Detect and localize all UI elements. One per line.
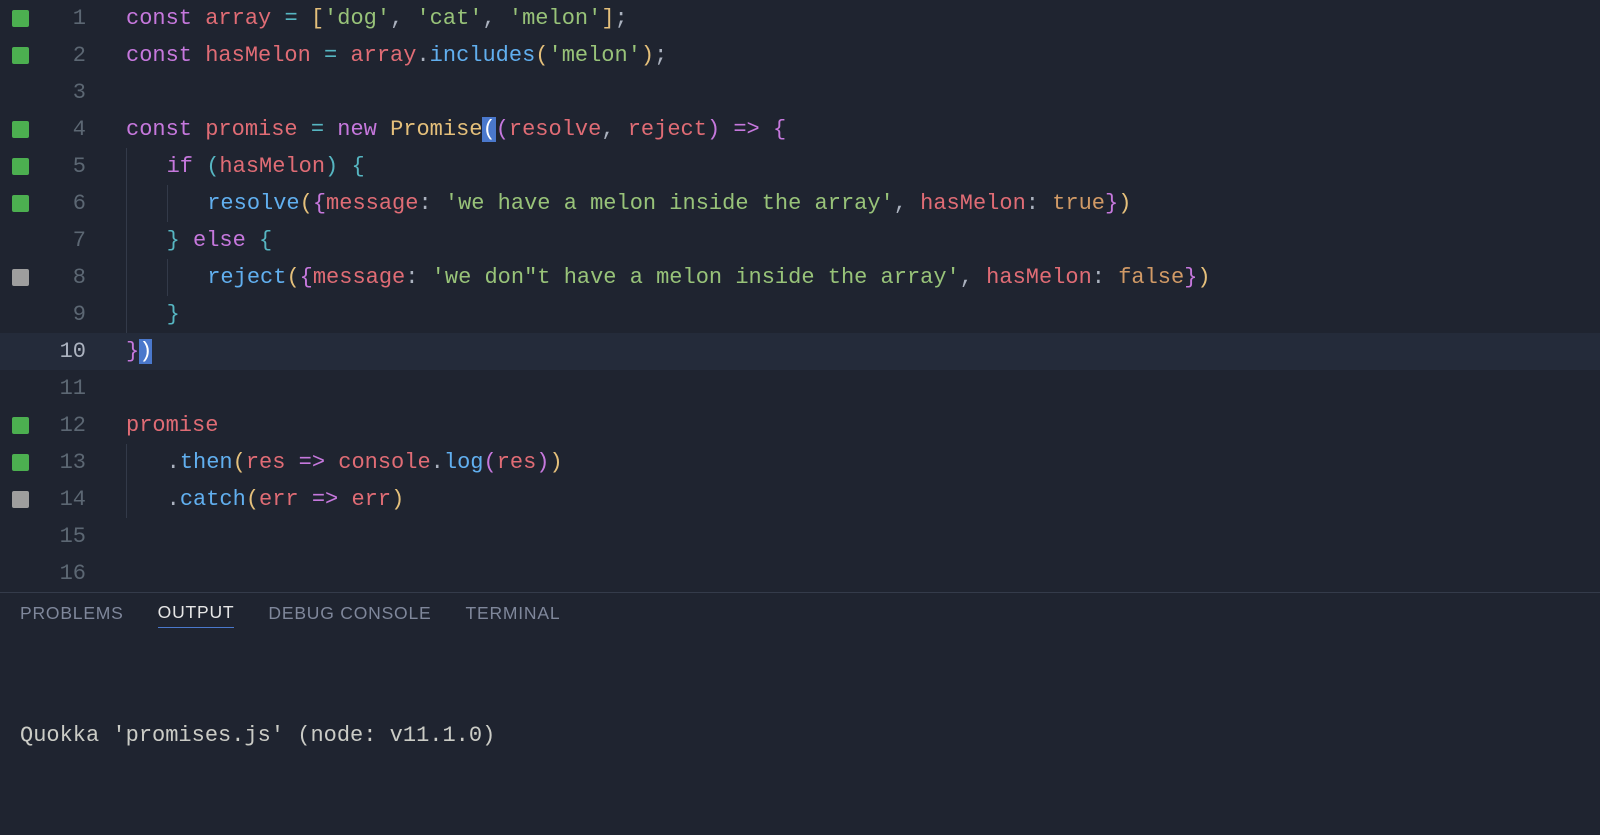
coverage-gutter bbox=[0, 195, 40, 212]
line-number: 7 bbox=[40, 228, 92, 253]
coverage-marker-hit-icon bbox=[12, 195, 29, 212]
code-line[interactable]: 5 if (hasMelon) { bbox=[0, 148, 1600, 185]
line-content[interactable]: const promise = new Promise((resolve, re… bbox=[92, 117, 1600, 142]
coverage-gutter bbox=[0, 454, 40, 471]
line-number: 5 bbox=[40, 154, 92, 179]
tab-output[interactable]: OUTPUT bbox=[158, 602, 235, 628]
coverage-gutter bbox=[0, 158, 40, 175]
panel-tabs: PROBLEMS OUTPUT DEBUG CONSOLE TERMINAL bbox=[20, 593, 1580, 637]
line-number: 12 bbox=[40, 413, 92, 438]
line-content[interactable]: promise bbox=[92, 413, 1600, 438]
line-content[interactable]: const array = ['dog', 'cat', 'melon']; bbox=[92, 6, 1600, 31]
coverage-gutter bbox=[0, 10, 40, 27]
code-line[interactable]: 15 bbox=[0, 518, 1600, 555]
code-line[interactable]: 12promise bbox=[0, 407, 1600, 444]
tab-debug-console[interactable]: DEBUG CONSOLE bbox=[268, 603, 431, 628]
line-content[interactable]: const hasMelon = array.includes('melon')… bbox=[92, 43, 1600, 68]
line-number: 6 bbox=[40, 191, 92, 216]
code-line[interactable]: 3 bbox=[0, 74, 1600, 111]
code-line[interactable]: 7 } else { bbox=[0, 222, 1600, 259]
code-line[interactable]: 14 .catch(err => err) bbox=[0, 481, 1600, 518]
line-number: 13 bbox=[40, 450, 92, 475]
code-line[interactable]: 16 bbox=[0, 555, 1600, 592]
line-content[interactable]: }) bbox=[92, 339, 1600, 364]
coverage-gutter bbox=[0, 269, 40, 286]
output-content[interactable]: Quokka 'promises.js' (node: v11.1.0) { m… bbox=[20, 637, 1580, 835]
line-number: 4 bbox=[40, 117, 92, 142]
coverage-gutter bbox=[0, 121, 40, 138]
code-line[interactable]: 6 resolve({message: 'we have a melon ins… bbox=[0, 185, 1600, 222]
line-number: 1 bbox=[40, 6, 92, 31]
line-number: 9 bbox=[40, 302, 92, 327]
bottom-panel: PROBLEMS OUTPUT DEBUG CONSOLE TERMINAL Q… bbox=[0, 592, 1600, 835]
line-content[interactable]: .catch(err => err) bbox=[92, 481, 1600, 518]
coverage-gutter bbox=[0, 491, 40, 508]
line-number: 10 bbox=[40, 339, 92, 364]
line-number: 3 bbox=[40, 80, 92, 105]
coverage-gutter bbox=[0, 47, 40, 64]
code-editor[interactable]: 1const array = ['dog', 'cat', 'melon'];2… bbox=[0, 0, 1600, 592]
line-number: 16 bbox=[40, 561, 92, 586]
code-line[interactable]: 10}) bbox=[0, 333, 1600, 370]
line-content[interactable]: reject({message: 'we don"t have a melon … bbox=[92, 259, 1600, 296]
code-line[interactable]: 9 } bbox=[0, 296, 1600, 333]
line-number: 2 bbox=[40, 43, 92, 68]
coverage-marker-hit-icon bbox=[12, 417, 29, 434]
coverage-marker-miss-icon bbox=[12, 269, 29, 286]
line-content[interactable]: } else { bbox=[92, 222, 1600, 259]
coverage-marker-miss-icon bbox=[12, 491, 29, 508]
code-line[interactable]: 8 reject({message: 'we don"t have a melo… bbox=[0, 259, 1600, 296]
line-number: 14 bbox=[40, 487, 92, 512]
line-content[interactable]: resolve({message: 'we have a melon insid… bbox=[92, 185, 1600, 222]
tab-problems[interactable]: PROBLEMS bbox=[20, 603, 124, 628]
coverage-marker-hit-icon bbox=[12, 454, 29, 471]
code-line[interactable]: 11 bbox=[0, 370, 1600, 407]
coverage-marker-hit-icon bbox=[12, 10, 29, 27]
line-content[interactable]: } bbox=[92, 296, 1600, 333]
line-number: 8 bbox=[40, 265, 92, 290]
tab-terminal[interactable]: TERMINAL bbox=[465, 603, 560, 628]
output-blank bbox=[20, 828, 1580, 835]
coverage-marker-hit-icon bbox=[12, 158, 29, 175]
code-line[interactable]: 13 .then(res => console.log(res)) bbox=[0, 444, 1600, 481]
code-line[interactable]: 4const promise = new Promise((resolve, r… bbox=[0, 111, 1600, 148]
coverage-marker-hit-icon bbox=[12, 121, 29, 138]
output-header: Quokka 'promises.js' (node: v11.1.0) bbox=[20, 717, 1580, 754]
coverage-gutter bbox=[0, 417, 40, 434]
line-number: 15 bbox=[40, 524, 92, 549]
code-line[interactable]: 1const array = ['dog', 'cat', 'melon']; bbox=[0, 0, 1600, 37]
code-line[interactable]: 2const hasMelon = array.includes('melon'… bbox=[0, 37, 1600, 74]
line-number: 11 bbox=[40, 376, 92, 401]
line-content[interactable]: if (hasMelon) { bbox=[92, 148, 1600, 185]
line-content[interactable]: .then(res => console.log(res)) bbox=[92, 444, 1600, 481]
coverage-marker-hit-icon bbox=[12, 47, 29, 64]
